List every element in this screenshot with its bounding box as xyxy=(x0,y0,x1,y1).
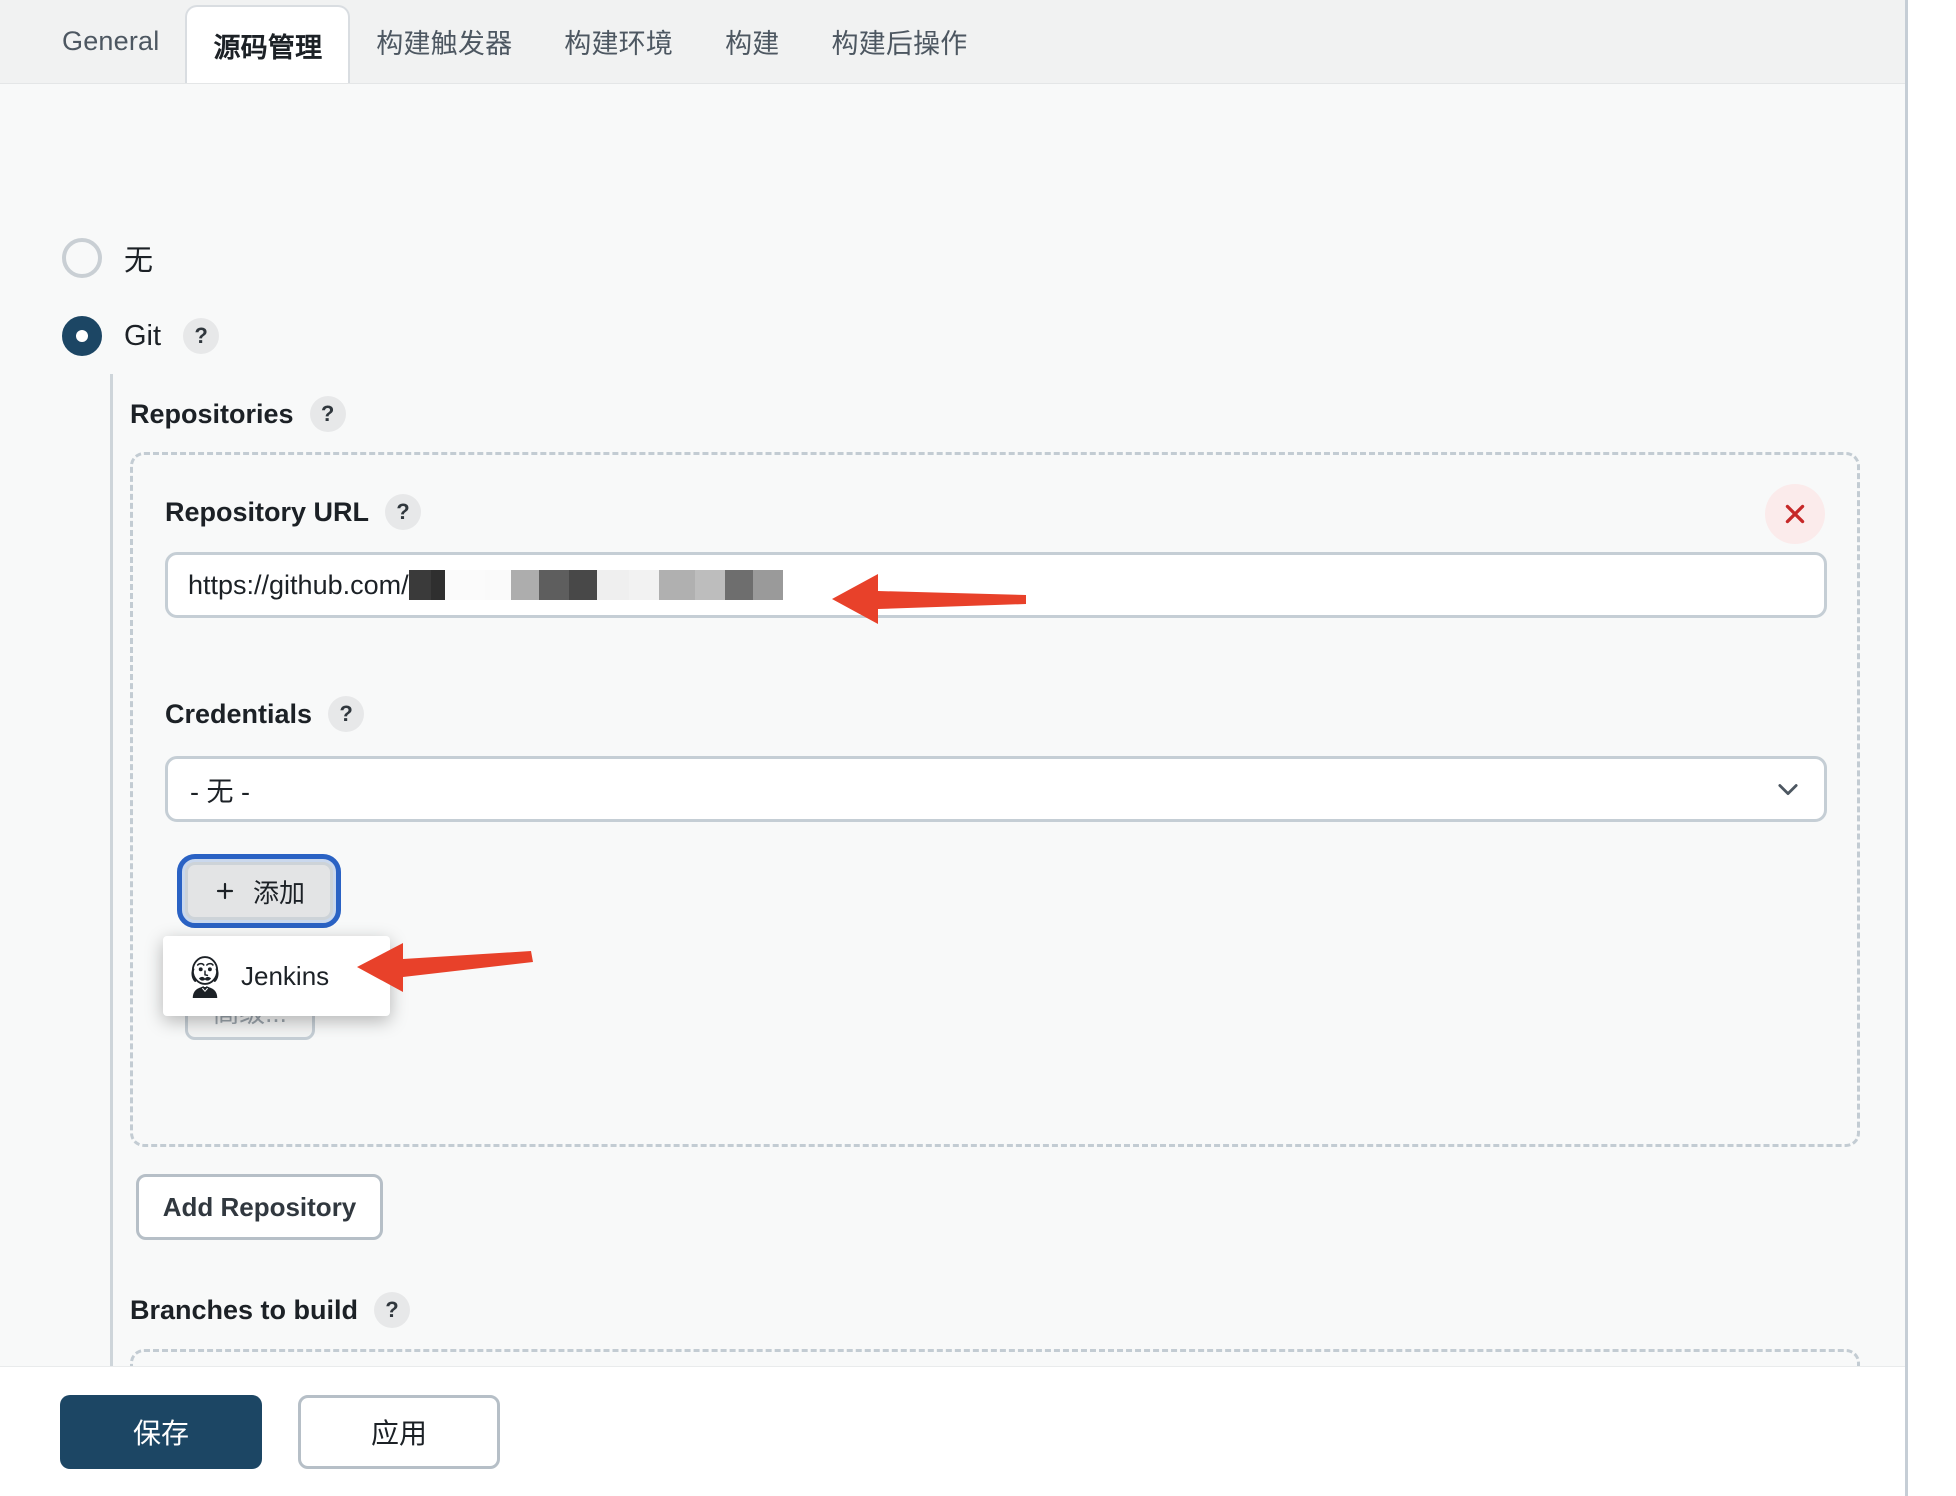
radio-none[interactable] xyxy=(62,238,102,278)
close-icon xyxy=(1785,504,1805,524)
scm-option-git[interactable]: Git ? xyxy=(62,316,220,356)
help-icon-repositories[interactable]: ? xyxy=(309,396,346,432)
credentials-select[interactable]: - 无 - xyxy=(165,756,1827,822)
apply-button[interactable]: 应用 xyxy=(298,1394,500,1469)
scm-option-label: Git xyxy=(124,319,162,352)
repositories-heading: Repositories ? xyxy=(130,396,346,432)
repositories-heading-label: Repositories xyxy=(130,398,294,429)
add-repository-label: Add Repository xyxy=(162,1191,357,1222)
scm-option-label: 无 xyxy=(124,245,154,277)
tab-label: 源码管理 xyxy=(213,32,323,63)
repository-url-input[interactable]: https://github.com/ xyxy=(165,552,1827,618)
configure-body: 无 Git ? Repositories ? Repository URL ? … xyxy=(0,84,1905,1366)
repository-url-value: https://github.com/ xyxy=(188,569,409,600)
git-section-guide-line xyxy=(110,374,113,1366)
tab-build-triggers[interactable]: 构建触发器 xyxy=(350,0,538,83)
branches-block xyxy=(130,1349,1860,1366)
credentials-selected-value: - 无 - xyxy=(190,776,250,807)
repository-url-label: Repository URL xyxy=(165,496,370,527)
credentials-label-row: Credentials ? xyxy=(165,696,365,732)
credentials-add-menu: Jenkins xyxy=(163,936,390,1016)
tab-bar: General 源码管理 构建触发器 构建环境 构建 构建后操作 xyxy=(0,0,1905,84)
radio-git[interactable] xyxy=(62,316,102,356)
tab-post-build-actions[interactable]: 构建后操作 xyxy=(806,0,994,83)
apply-button-label: 应用 xyxy=(370,1417,427,1449)
credentials-menu-item-jenkins[interactable]: Jenkins xyxy=(163,936,390,1016)
delete-repository-button[interactable] xyxy=(1765,484,1825,544)
redaction-mosaic xyxy=(408,570,783,600)
plus-icon xyxy=(216,882,234,900)
help-icon-branches[interactable]: ? xyxy=(374,1292,411,1328)
help-icon-credentials[interactable]: ? xyxy=(328,696,365,732)
tab-build-environment[interactable]: 构建环境 xyxy=(538,0,699,83)
save-button[interactable]: 保存 xyxy=(60,1394,262,1469)
help-icon-git[interactable]: ? xyxy=(183,318,220,354)
help-icon-repository-url[interactable]: ? xyxy=(385,494,422,530)
branches-heading-label: Branches to build xyxy=(130,1294,359,1325)
tab-label: 构建后操作 xyxy=(831,28,968,59)
repository-url-label-row: Repository URL ? xyxy=(165,494,422,530)
configure-page: General 源码管理 构建触发器 构建环境 构建 构建后操作 无 Git ?… xyxy=(0,0,1908,1496)
credentials-label: Credentials xyxy=(165,698,313,729)
tab-label: General xyxy=(62,25,160,56)
tab-general[interactable]: General xyxy=(36,0,185,83)
tab-source-code-management[interactable]: 源码管理 xyxy=(185,5,351,83)
action-bar: 保存 应用 xyxy=(0,1366,1905,1496)
tab-label: 构建环境 xyxy=(564,28,674,59)
screen: General 源码管理 构建触发器 构建环境 构建 构建后操作 无 Git ?… xyxy=(0,0,1956,1496)
credentials-menu-item-label: Jenkins xyxy=(241,960,330,991)
save-button-label: 保存 xyxy=(132,1417,189,1449)
chevron-down-icon xyxy=(1778,784,1798,796)
add-credentials-label: 添加 xyxy=(252,877,305,908)
add-repository-button[interactable]: Add Repository xyxy=(136,1174,383,1240)
branches-heading: Branches to build ? xyxy=(130,1292,411,1328)
add-credentials-button[interactable]: 添加 xyxy=(177,854,341,928)
scm-option-none[interactable]: 无 xyxy=(62,237,153,279)
jenkins-butler-icon xyxy=(191,956,219,998)
tab-label: 构建触发器 xyxy=(376,28,513,59)
tab-label: 构建 xyxy=(725,28,780,59)
tab-build[interactable]: 构建 xyxy=(699,0,805,83)
